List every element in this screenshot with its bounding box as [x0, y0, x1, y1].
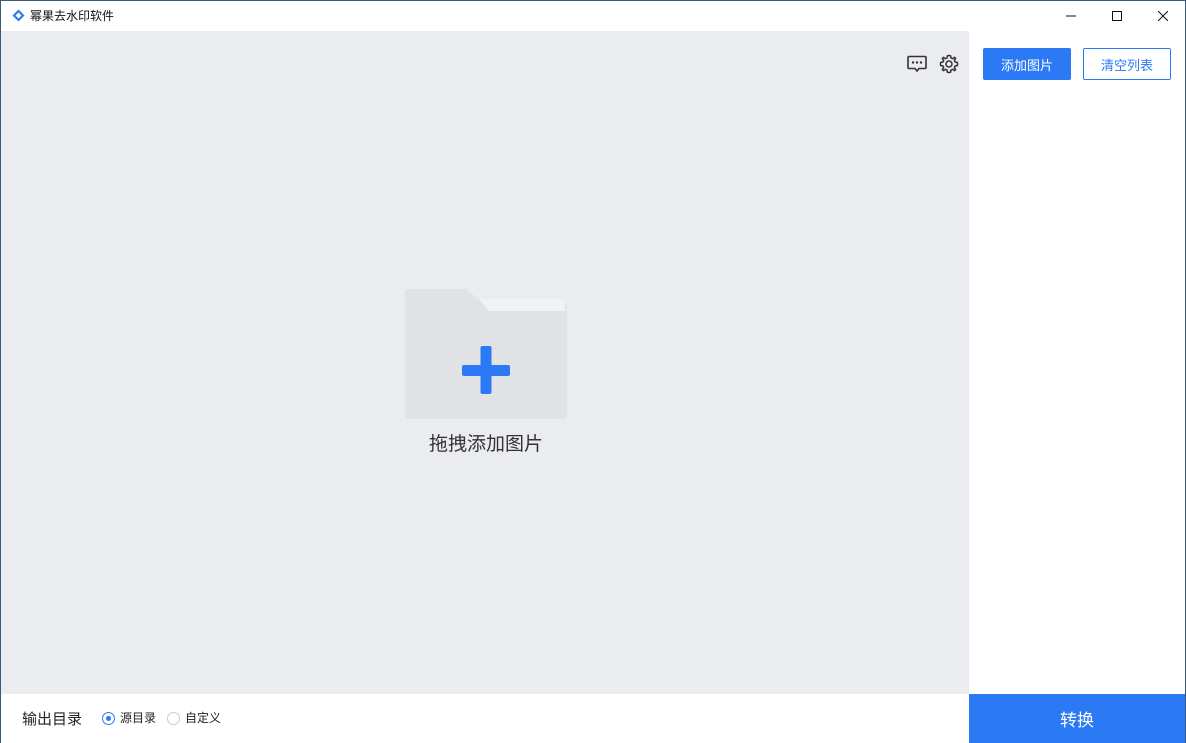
- radio-label: 源目录: [120, 711, 157, 725]
- output-directory-label: 输出目录: [22, 710, 83, 728]
- feedback-button[interactable]: [906, 53, 928, 75]
- output-bar: 输出目录 源目录 自定义: [1, 694, 969, 743]
- add-image-button[interactable]: 添加图片: [983, 48, 1071, 80]
- drop-area[interactable]: 拖拽添加图片: [1, 31, 969, 694]
- title-bar: 幂果去水印软件: [1, 1, 1185, 31]
- gear-icon: [939, 54, 959, 74]
- app-window: 幂果去水印软件 拖拽添加图片 添加图片 清空列表 输出目录 源目录 自定义 转换: [0, 0, 1186, 743]
- folder-plus-icon: [405, 289, 567, 419]
- maximize-icon: [1112, 11, 1122, 21]
- maximize-button[interactable]: [1094, 1, 1140, 31]
- feedback-icon: [907, 55, 927, 73]
- add-image-drop-target[interactable]: 拖拽添加图片: [405, 287, 567, 467]
- radio-unchecked-icon[interactable]: [167, 711, 181, 725]
- settings-button[interactable]: [938, 53, 960, 75]
- minimize-icon: [1066, 15, 1076, 17]
- radio-custom-directory[interactable]: 自定义: [167, 710, 221, 726]
- app-logo-icon: [12, 9, 25, 22]
- drop-label: 拖拽添加图片: [428, 433, 543, 455]
- image-list[interactable]: [969, 91, 1185, 691]
- right-panel: 添加图片 清空列表: [969, 31, 1185, 694]
- radio-label: 自定义: [185, 711, 222, 725]
- clear-list-button[interactable]: 清空列表: [1083, 48, 1171, 80]
- convert-button[interactable]: 转换: [969, 694, 1185, 743]
- radio-checked-icon[interactable]: [102, 711, 115, 725]
- close-button[interactable]: [1140, 1, 1186, 31]
- output-directory-options: 源目录 自定义: [102, 710, 232, 726]
- minimize-button[interactable]: [1048, 1, 1094, 31]
- window-title: 幂果去水印软件: [30, 9, 115, 23]
- close-icon: [1158, 11, 1168, 21]
- radio-source-directory[interactable]: 源目录: [102, 710, 156, 726]
